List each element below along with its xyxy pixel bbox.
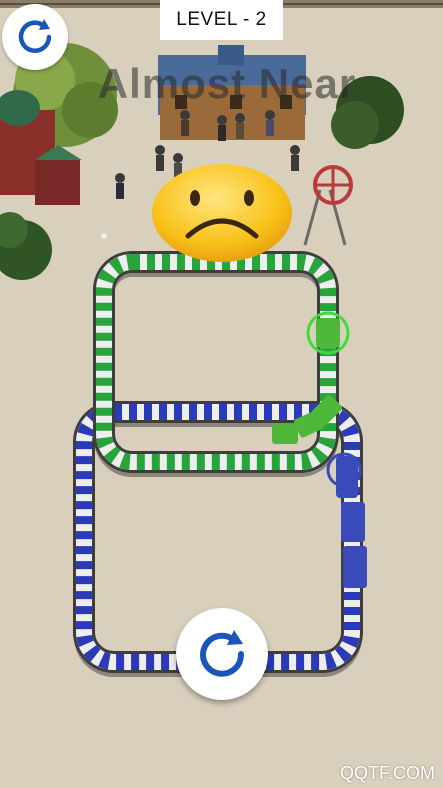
green-train-car [272, 424, 298, 444]
blue-train-car [343, 546, 367, 588]
restart-icon [200, 630, 245, 677]
level-label: LEVEL - 2 [176, 9, 267, 30]
watermark: QQTF.COM [340, 763, 435, 783]
game-stage: Almost Near LEVEL - 2 QQTF.COM [0, 0, 443, 788]
restart-icon [18, 19, 52, 53]
green-train-engine [316, 318, 340, 348]
restart-button-large[interactable] [176, 608, 268, 700]
blue-train-engine [336, 456, 358, 498]
restart-button-small[interactable] [2, 4, 68, 70]
blue-train-car [341, 502, 365, 542]
level-label-box: LEVEL - 2 [160, 0, 283, 40]
status-message: Almost Near [97, 60, 357, 107]
